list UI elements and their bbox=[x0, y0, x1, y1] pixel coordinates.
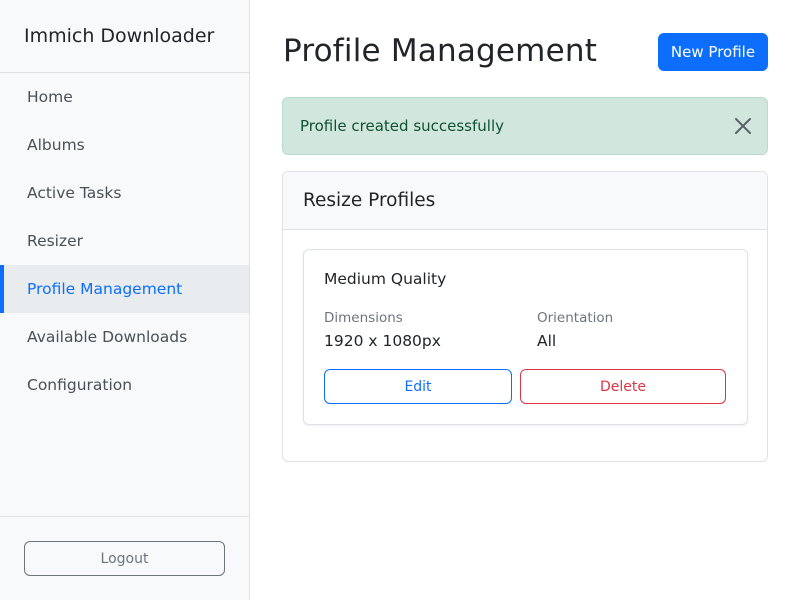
orientation-label: Orientation bbox=[537, 310, 614, 326]
dimensions-label: Dimensions bbox=[324, 310, 403, 326]
alert-message: Profile created successfully bbox=[300, 117, 504, 135]
sidebar-item-available-downloads[interactable]: Available Downloads bbox=[0, 313, 249, 361]
app-brand: Immich Downloader bbox=[0, 0, 249, 73]
logout-button[interactable]: Logout bbox=[24, 541, 225, 576]
orientation-value: All bbox=[537, 332, 557, 350]
sidebar-item-configuration[interactable]: Configuration bbox=[0, 361, 249, 409]
sidebar: Immich Downloader Home Albums Active Tas… bbox=[0, 0, 250, 600]
dimensions-value: 1920 x 1080px bbox=[324, 332, 441, 350]
sidebar-nav: Home Albums Active Tasks Resizer Profile… bbox=[0, 73, 249, 409]
resize-profiles-card: Resize Profiles Medium Quality Dimension… bbox=[282, 171, 768, 462]
sidebar-item-home[interactable]: Home bbox=[0, 73, 249, 121]
delete-button[interactable]: Delete bbox=[520, 369, 726, 404]
new-profile-button[interactable]: New Profile bbox=[658, 33, 768, 71]
sidebar-item-profile-management[interactable]: Profile Management bbox=[0, 265, 249, 313]
page-title: Profile Management bbox=[283, 33, 598, 69]
card-header: Resize Profiles bbox=[283, 172, 767, 230]
sidebar-item-albums[interactable]: Albums bbox=[0, 121, 249, 169]
profile-name: Medium Quality bbox=[324, 270, 447, 288]
close-icon[interactable] bbox=[733, 116, 753, 136]
sidebar-footer: Logout bbox=[0, 516, 249, 600]
success-alert: Profile created successfully bbox=[282, 97, 768, 155]
profile-item: Medium Quality Dimensions 1920 x 1080px … bbox=[303, 249, 748, 425]
sidebar-item-active-tasks[interactable]: Active Tasks bbox=[0, 169, 249, 217]
sidebar-item-resizer[interactable]: Resizer bbox=[0, 217, 249, 265]
edit-button[interactable]: Edit bbox=[324, 369, 512, 404]
main-content: Profile Management New Profile Profile c… bbox=[250, 0, 800, 600]
